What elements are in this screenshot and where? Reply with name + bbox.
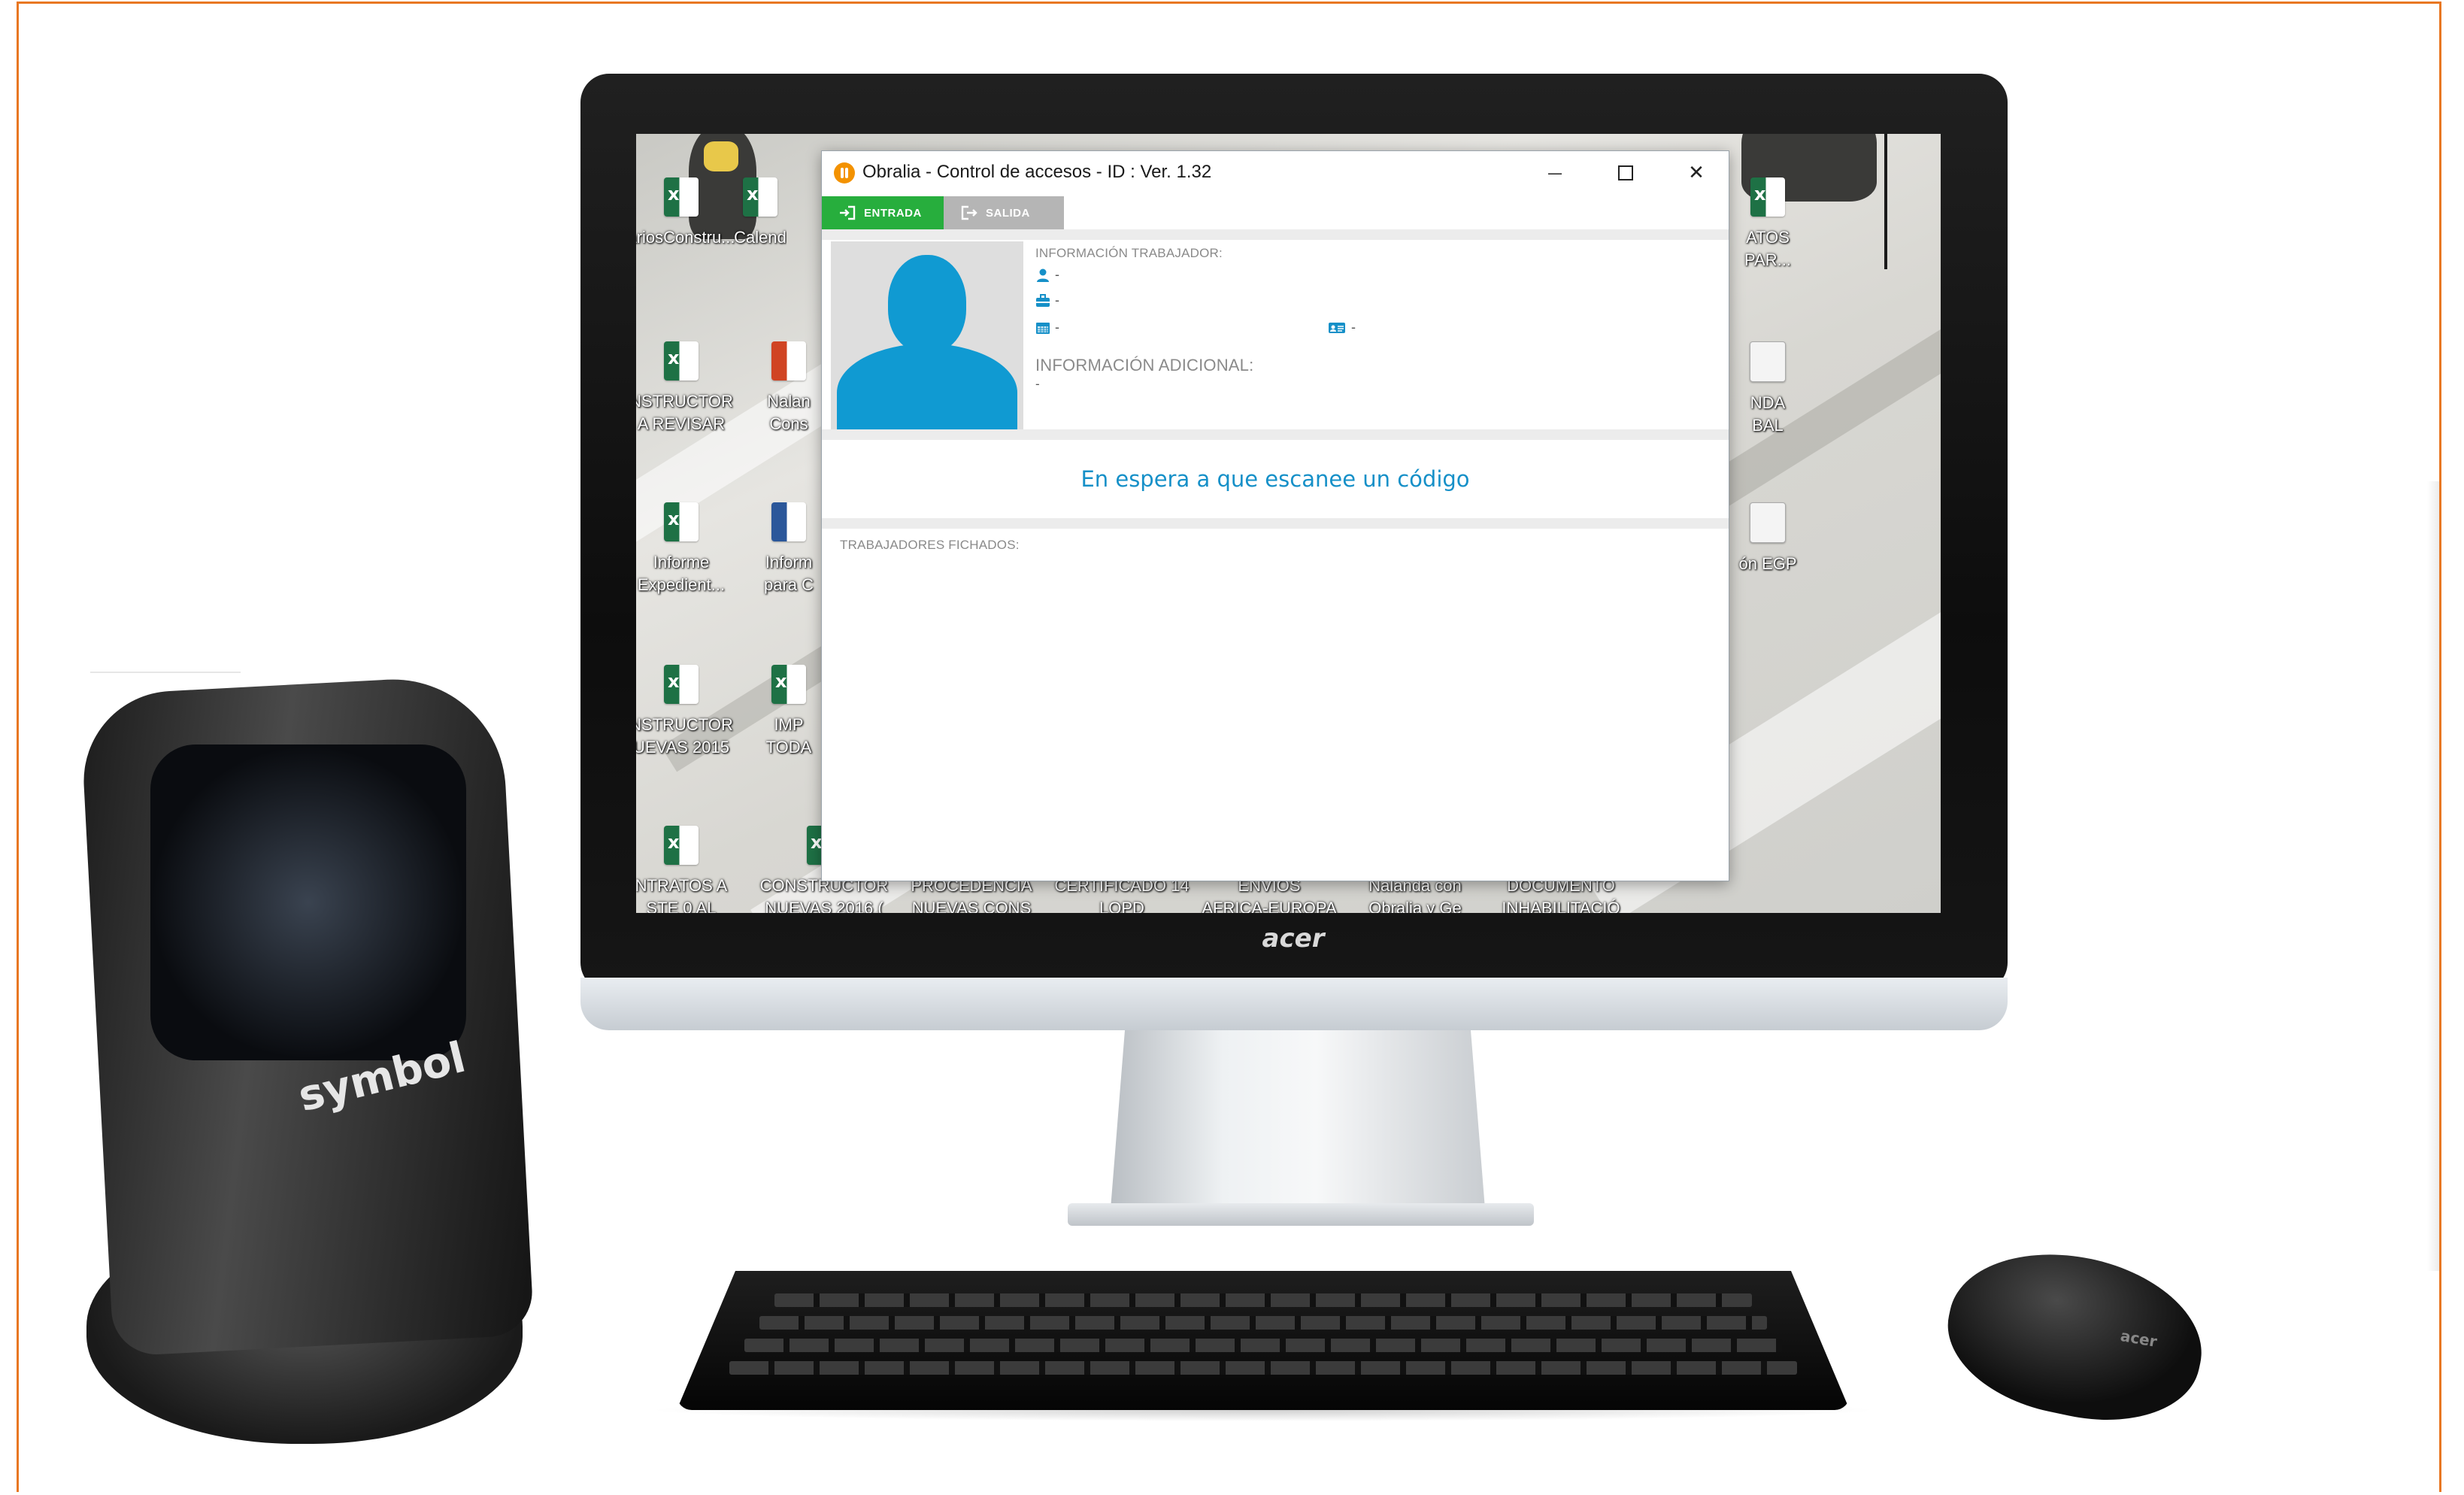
desktop-icon[interactable]: NSTRUCTOR UEVAS 2015 — [636, 665, 749, 759]
minimize-icon: — — [1547, 164, 1562, 182]
calendar-icon — [1036, 322, 1050, 334]
desktop-icon[interactable]: ariosConstru... — [636, 177, 749, 249]
user-icon — [1037, 268, 1049, 282]
app-window: Obralia - Control de accesos - ID : Ver.… — [821, 150, 1729, 881]
sign-out-icon — [961, 205, 977, 220]
section-divider — [822, 229, 1729, 240]
worker-name-value: - — [1055, 267, 1059, 282]
worker-date-field: - — [1035, 320, 1059, 335]
wallpaper-decor — [1884, 134, 1887, 269]
avatar-body — [837, 344, 1017, 429]
close-button[interactable]: ✕ — [1670, 156, 1723, 190]
scanner-window — [150, 744, 466, 1060]
word-file-icon — [771, 502, 806, 541]
entrada-button[interactable]: ENTRADA — [822, 196, 944, 229]
wallpaper-worker-vest — [704, 141, 738, 171]
excel-file-icon — [664, 341, 699, 381]
obralia-logo-icon — [834, 162, 855, 183]
title-bar[interactable]: Obralia - Control de accesos - ID : Ver.… — [822, 151, 1729, 196]
monitor-stand — [1110, 1030, 1486, 1218]
section-divider — [822, 429, 1729, 440]
desktop-icon[interactable]: ATOS PAR... — [1726, 177, 1809, 271]
worker-info-panel: INFORMACIÓN TRABAJADOR: - - - - INFORMAC… — [822, 240, 1729, 429]
powerpoint-file-icon — [771, 341, 806, 381]
desktop-icon[interactable]: Calend — [734, 177, 786, 249]
monitor-stand-base — [1068, 1203, 1534, 1226]
checked-workers-list[interactable]: TRABAJADORES FICHADOS: — [822, 529, 1729, 881]
excel-file-icon — [664, 826, 699, 865]
keyboard-keys — [744, 1339, 1782, 1352]
mode-bar: ENTRADA SALIDA — [822, 196, 1729, 229]
close-icon: ✕ — [1688, 162, 1705, 184]
keyboard — [677, 1271, 1850, 1410]
worker-id-value: - — [1351, 320, 1356, 335]
maximize-button[interactable] — [1599, 156, 1652, 190]
desktop-icon[interactable]: NTRATOS A STE 0 AL — [636, 826, 749, 913]
additional-info-value: - — [1035, 377, 1040, 391]
salida-label: SALIDA — [986, 206, 1030, 220]
side-shadow — [2427, 481, 2439, 1271]
desktop-icon[interactable]: ón EGP — [1726, 502, 1809, 575]
section-divider — [822, 518, 1729, 529]
desktop-icon[interactable]: Nalan Cons — [756, 341, 821, 435]
scan-status-message: En espera a que escanee un código — [1080, 466, 1470, 492]
desktop-icon[interactable]: Informe Expedient... — [636, 502, 749, 596]
excel-file-icon — [1750, 177, 1785, 217]
worker-photo-placeholder — [831, 241, 1023, 429]
checked-workers-heading: TRABAJADORES FICHADOS: — [840, 538, 1020, 552]
excel-file-icon — [664, 665, 699, 704]
keyboard-keys — [774, 1293, 1752, 1307]
excel-file-icon — [664, 177, 699, 217]
excel-file-icon — [771, 665, 806, 704]
avatar-head — [888, 255, 966, 353]
desktop-icon[interactable]: IMP TODA — [756, 665, 821, 759]
desktop-icon[interactable]: NSTRUCTOR A REVISAR — [636, 341, 749, 435]
monitor-chin — [580, 978, 2008, 1030]
document-file-icon — [1750, 502, 1786, 543]
briefcase-icon — [1036, 293, 1050, 307]
worker-company-field: - — [1035, 293, 1059, 308]
decorative-line — [90, 672, 241, 673]
worker-date-value: - — [1055, 320, 1059, 335]
document-file-icon — [1750, 341, 1786, 382]
worker-info-heading: INFORMACIÓN TRABAJADOR: — [1035, 246, 1223, 260]
worker-company-value: - — [1055, 293, 1059, 308]
worker-id-field: - — [1327, 320, 1356, 335]
maximize-icon — [1618, 165, 1633, 180]
desktop-icon[interactable]: Inform para C — [756, 502, 821, 596]
entrada-label: ENTRADA — [864, 206, 922, 220]
keyboard-keys — [759, 1316, 1767, 1330]
desktop-icon[interactable]: NDA BAL — [1726, 341, 1809, 437]
sign-in-icon — [840, 205, 856, 220]
salida-button[interactable]: SALIDA — [944, 196, 1064, 229]
id-card-icon — [1329, 322, 1345, 333]
worker-name-field: - — [1035, 267, 1059, 283]
monitor-brand-logo: acer — [1262, 923, 1325, 954]
excel-file-icon — [664, 502, 699, 541]
scan-status-panel: En espera a que escanee un código — [822, 440, 1729, 518]
additional-info-heading: INFORMACIÓN ADICIONAL: — [1035, 356, 1254, 375]
minimize-button[interactable]: — — [1529, 156, 1581, 190]
window-title: Obralia - Control de accesos - ID : Ver.… — [862, 162, 1212, 182]
keyboard-keys — [729, 1361, 1797, 1375]
excel-file-icon — [743, 177, 777, 217]
